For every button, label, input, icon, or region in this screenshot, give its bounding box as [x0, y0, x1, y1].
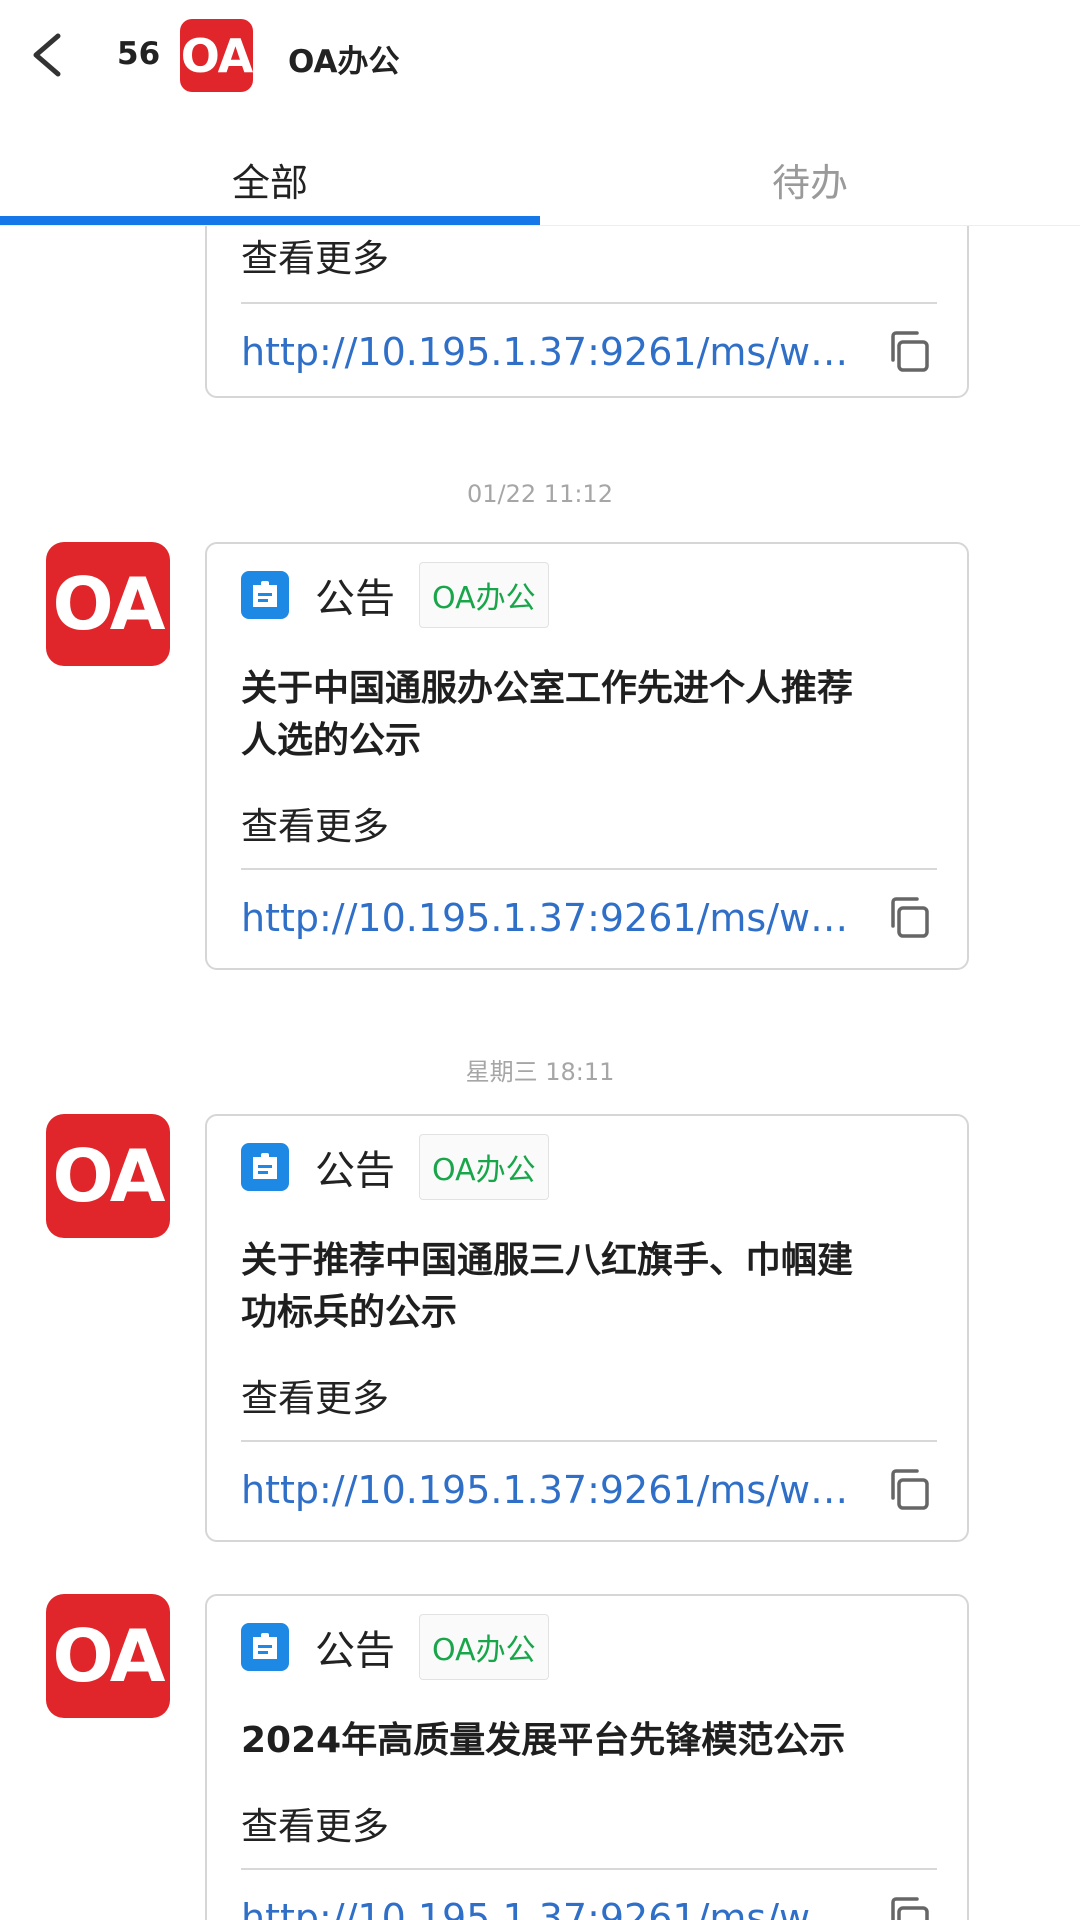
source-tag: OA办公 — [419, 1134, 549, 1200]
app-logo: OA — [180, 19, 253, 92]
view-more-link[interactable]: 查看更多 — [241, 1796, 389, 1850]
divider — [241, 1868, 937, 1870]
source-tag: OA办公 — [419, 562, 549, 628]
message-timestamp: 星期三 18:11 — [465, 1058, 615, 1086]
message-card[interactable]: 查看更多 http://10.195.1.37:9261/ms/wap/... — [205, 226, 969, 398]
sender-avatar[interactable]: OA — [46, 1114, 170, 1238]
message-link[interactable]: http://10.195.1.37:9261/ms/wap/... — [241, 896, 871, 940]
sender-avatar[interactable]: OA — [46, 542, 170, 666]
message-title-line-1: 关于推荐中国通服三八红旗手、巾帼建 — [241, 1240, 854, 1281]
unread-count: 56 — [117, 36, 161, 72]
announcement-icon — [241, 1143, 289, 1191]
tab-bar: 全部 待办 — [0, 112, 1080, 226]
message-title-line-1: 2024年高质量发展平台先锋模范公示 — [241, 1720, 846, 1761]
copy-icon[interactable] — [885, 1466, 931, 1512]
sender-avatar[interactable]: OA — [46, 1594, 170, 1718]
view-more-link[interactable]: 查看更多 — [241, 1368, 389, 1422]
chevron-left-icon — [33, 33, 61, 77]
message-title-line-2: 人选的公示 — [241, 720, 422, 761]
message-link[interactable]: http://10.195.1.37:9261/ms/wap/... — [241, 1896, 871, 1920]
message-feed[interactable]: 查看更多 http://10.195.1.37:9261/ms/wap/... … — [0, 226, 1080, 1920]
card-header: 公告 OA办公 — [241, 1134, 549, 1200]
top-bar: 56 OA OA办公 — [0, 0, 1080, 112]
view-more-link[interactable]: 查看更多 — [241, 796, 389, 850]
message-card[interactable]: 公告 OA办公 关于中国通服办公室工作先进个人推荐 人选的公示 查看更多 htt… — [205, 542, 969, 970]
tab-todo[interactable]: 待办 — [772, 152, 848, 207]
card-header: 公告 OA办公 — [241, 562, 549, 628]
copy-icon[interactable] — [885, 328, 931, 374]
announcement-icon — [241, 571, 289, 619]
view-more-link[interactable]: 查看更多 — [241, 228, 389, 282]
message-link[interactable]: http://10.195.1.37:9261/ms/wap/... — [241, 1468, 871, 1512]
message-link[interactable]: http://10.195.1.37:9261/ms/wap/... — [241, 330, 871, 374]
category-label: 公告 — [315, 1628, 395, 1674]
source-tag: OA办公 — [419, 1614, 549, 1680]
category-label: 公告 — [315, 576, 395, 622]
divider — [241, 1440, 937, 1442]
message-title-line-2: 功标兵的公示 — [241, 1292, 458, 1333]
back-button[interactable] — [26, 30, 66, 80]
copy-icon[interactable] — [885, 894, 931, 940]
page-title: OA办公 — [288, 44, 400, 80]
message-card[interactable]: 公告 OA办公 关于推荐中国通服三八红旗手、巾帼建 功标兵的公示 查看更多 ht… — [205, 1114, 969, 1542]
card-header: 公告 OA办公 — [241, 1614, 549, 1680]
copy-icon[interactable] — [885, 1894, 931, 1920]
announcement-icon — [241, 1623, 289, 1671]
divider — [241, 302, 937, 304]
tab-all[interactable]: 全部 — [232, 152, 308, 207]
divider — [241, 868, 937, 870]
category-label: 公告 — [315, 1148, 395, 1194]
message-title-line-1: 关于中国通服办公室工作先进个人推荐 — [241, 668, 854, 709]
message-timestamp: 01/22 11:12 — [467, 480, 613, 508]
message-card[interactable]: 公告 OA办公 2024年高质量发展平台先锋模范公示 查看更多 http://1… — [205, 1594, 969, 1920]
active-tab-indicator — [0, 216, 540, 225]
